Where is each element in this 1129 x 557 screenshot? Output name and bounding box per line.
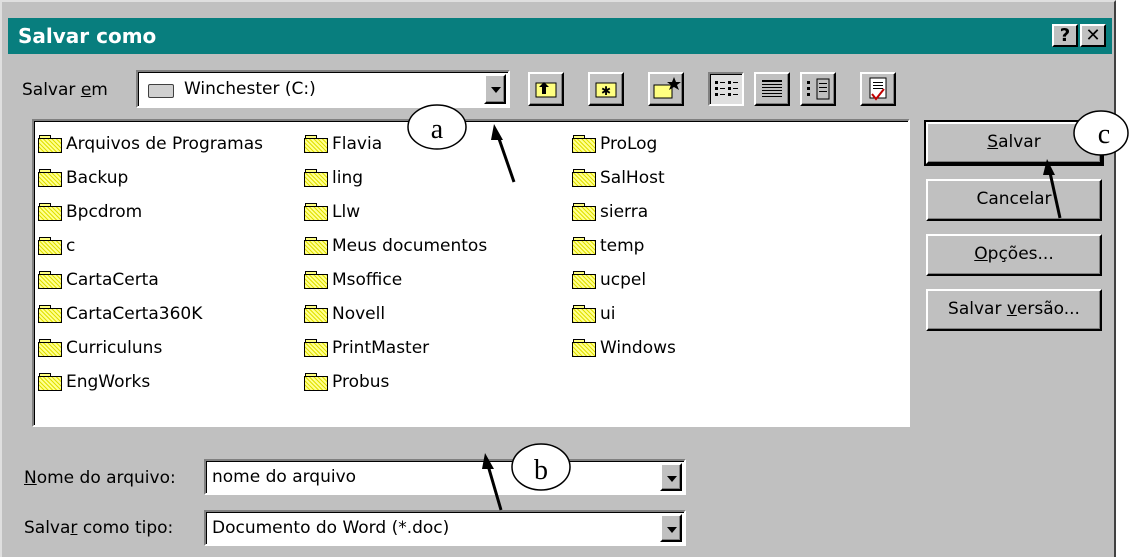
annotation-arrow-c <box>1047 167 1062 219</box>
annotation-overlay: a b c <box>407 104 1129 511</box>
annotation-b: b <box>534 455 548 486</box>
annotation-a: a <box>431 114 444 145</box>
annotation-c: c <box>1098 119 1110 150</box>
annotation-arrow-b <box>485 461 503 511</box>
annotation-arrow-a <box>495 132 516 183</box>
